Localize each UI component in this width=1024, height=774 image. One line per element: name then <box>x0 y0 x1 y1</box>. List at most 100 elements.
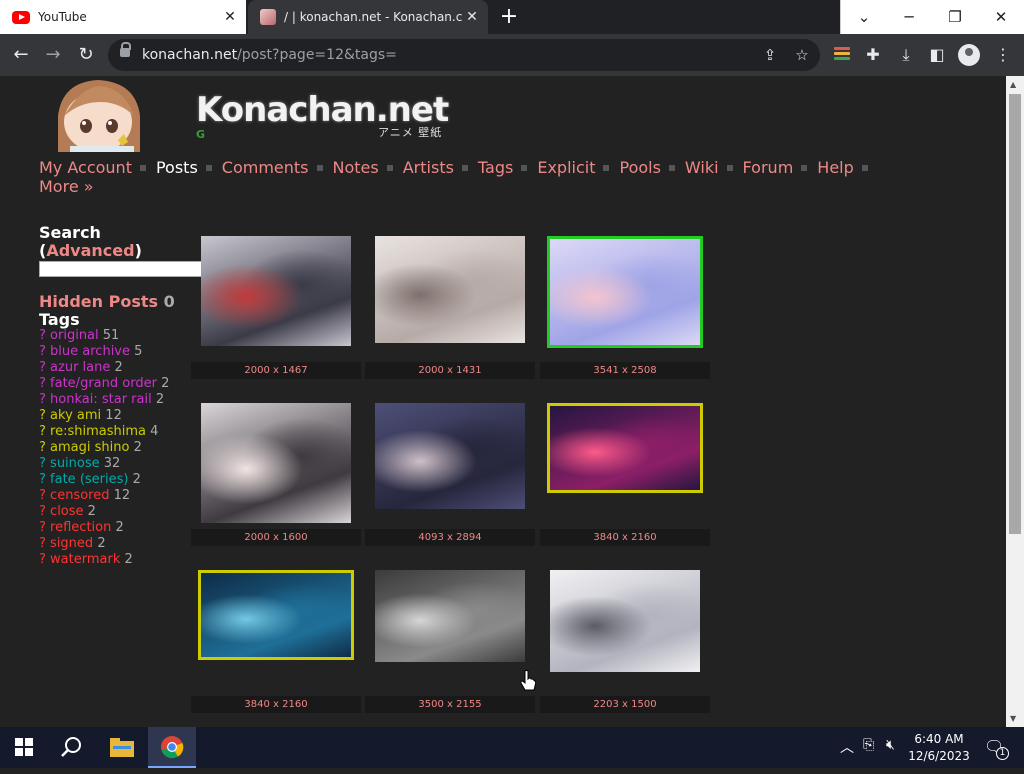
post-preview-image[interactable] <box>201 236 351 346</box>
address-bar[interactable]: konachan.net/post?page=12&tags= ⇪ ☆ <box>108 39 820 71</box>
tag-name-link[interactable]: suinose <box>50 456 100 471</box>
system-clock[interactable]: 6:40 AM 12/6/2023 <box>908 731 970 765</box>
bookmark-star-icon[interactable]: ☆ <box>792 45 812 65</box>
new-tab-button[interactable]: + <box>496 4 522 30</box>
tag-name-link[interactable]: fate (series) <box>50 472 128 487</box>
forward-arrow-icon[interactable]: → <box>40 42 66 68</box>
post-resolution-label[interactable]: 3840 x 2160 <box>191 696 361 713</box>
scroll-down-arrow-icon[interactable]: ▼ <box>1010 714 1016 723</box>
post-preview-image[interactable] <box>375 403 525 509</box>
tab-youtube[interactable]: YouTube ✕ <box>0 0 246 34</box>
nav-forum[interactable]: Forum <box>743 158 794 177</box>
tag-wiki-link[interactable]: ? <box>39 328 50 343</box>
nav-comments[interactable]: Comments <box>222 158 309 177</box>
tag-wiki-link[interactable]: ? <box>39 424 50 439</box>
back-arrow-icon[interactable]: ← <box>8 42 34 68</box>
tag-name-link[interactable]: honkai: star rail <box>50 392 152 407</box>
window-close-icon[interactable]: ✕ <box>978 0 1024 34</box>
post-preview-image[interactable] <box>198 570 354 660</box>
side-panel-icon[interactable]: ◧ <box>926 44 948 66</box>
mascot-logo-image[interactable] <box>40 76 160 152</box>
url-text[interactable]: konachan.net/post?page=12&tags= <box>142 47 397 63</box>
tag-name-link[interactable]: aky ami <box>50 408 101 423</box>
search-input[interactable] <box>39 261 203 277</box>
share-icon[interactable]: ⇪ <box>760 45 780 65</box>
volume-muted-icon[interactable]: 🔇︎ <box>886 737 895 753</box>
minimize-icon[interactable]: ─ <box>886 0 932 34</box>
tab-search-chevron-down-icon[interactable]: ⌄ <box>840 0 887 34</box>
tag-wiki-link[interactable]: ? <box>39 360 50 375</box>
post-resolution-label[interactable]: 4093 x 2894 <box>365 529 535 546</box>
hidden-posts-link[interactable]: Hidden Posts 0 <box>39 292 175 311</box>
tag-wiki-link[interactable]: ? <box>39 344 50 359</box>
lock-icon[interactable] <box>120 42 131 57</box>
tag-wiki-link[interactable]: ? <box>39 440 50 455</box>
nav-pools[interactable]: Pools <box>619 158 660 177</box>
post-preview-image[interactable] <box>375 236 525 343</box>
windows-start-icon[interactable] <box>0 727 48 768</box>
tab-konachan[interactable]: / | konachan.net - Konachan.com ✕ <box>248 0 488 34</box>
profile-avatar-icon[interactable] <box>958 44 980 66</box>
tag-name-link[interactable]: censored <box>50 488 109 503</box>
extension-bars-icon[interactable] <box>834 47 850 63</box>
tag-wiki-link[interactable]: ? <box>39 472 50 487</box>
nav-more[interactable]: More » <box>39 177 94 196</box>
tag-wiki-link[interactable]: ? <box>39 504 50 519</box>
page-scrollbar[interactable]: ▲ ▼ <box>1006 76 1024 727</box>
chrome-taskbar-icon[interactable] <box>148 727 196 768</box>
tag-wiki-link[interactable]: ? <box>39 376 50 391</box>
tag-wiki-link[interactable]: ? <box>39 552 50 567</box>
search-icon[interactable] <box>48 727 96 768</box>
post-resolution-label[interactable]: 2000 x 1431 <box>365 362 535 379</box>
post-preview-image[interactable] <box>201 403 351 523</box>
tab-close-icon[interactable]: ✕ <box>220 9 240 25</box>
tag-wiki-link[interactable]: ? <box>39 408 50 423</box>
tag-wiki-link[interactable]: ? <box>39 488 50 503</box>
tag-name-link[interactable]: fate/grand order <box>50 376 157 391</box>
tag-wiki-link[interactable]: ? <box>39 536 50 551</box>
nav-artists[interactable]: Artists <box>403 158 454 177</box>
file-explorer-icon[interactable] <box>98 727 146 768</box>
tag-name-link[interactable]: original <box>50 328 99 343</box>
download-icon[interactable]: ⤓ <box>895 44 917 66</box>
tag-wiki-link[interactable]: ? <box>39 520 50 535</box>
reload-icon[interactable]: ↻ <box>73 42 99 68</box>
tray-chevron-up-icon[interactable]: ︿ <box>840 737 854 757</box>
post-resolution-label[interactable]: 2000 x 1467 <box>191 362 361 379</box>
tag-name-link[interactable]: azur lane <box>50 360 110 375</box>
nav-explicit[interactable]: Explicit <box>537 158 595 177</box>
nav-posts[interactable]: Posts <box>156 158 198 177</box>
scroll-up-arrow-icon[interactable]: ▲ <box>1010 80 1016 89</box>
tag-wiki-link[interactable]: ? <box>39 456 50 471</box>
menu-kebab-icon[interactable]: ⋮ <box>992 44 1014 66</box>
site-logo[interactable]: Konachan.net アニメ 壁紙 G <box>196 90 449 141</box>
tab-close-icon[interactable]: ✕ <box>462 9 482 25</box>
post-resolution-label[interactable]: 3840 x 2160 <box>540 529 710 546</box>
nav-help[interactable]: Help <box>817 158 853 177</box>
post-resolution-label[interactable]: 3500 x 2155 <box>365 696 535 713</box>
tag-name-link[interactable]: signed <box>50 536 93 551</box>
tag-name-link[interactable]: blue archive <box>50 344 130 359</box>
nav-notes[interactable]: Notes <box>333 158 379 177</box>
tag-name-link[interactable]: re:shimashima <box>50 424 146 439</box>
post-preview-image[interactable] <box>547 236 703 348</box>
nav-tags[interactable]: Tags <box>478 158 513 177</box>
tag-wiki-link[interactable]: ? <box>39 392 50 407</box>
post-resolution-label[interactable]: 3541 x 2508 <box>540 362 710 379</box>
tag-name-link[interactable]: reflection <box>50 520 111 535</box>
network-icon[interactable]: ⎘ <box>863 737 874 753</box>
restore-icon[interactable]: ❐ <box>932 0 978 34</box>
tag-name-link[interactable]: amagi shino <box>50 440 129 455</box>
post-resolution-label[interactable]: 2203 x 1500 <box>540 696 710 713</box>
scrollbar-thumb[interactable] <box>1009 94 1021 534</box>
nav-wiki[interactable]: Wiki <box>685 158 719 177</box>
advanced-search-link[interactable]: Advanced <box>46 241 134 260</box>
tag-name-link[interactable]: watermark <box>50 552 120 567</box>
post-preview-image[interactable] <box>375 570 525 662</box>
tag-name-link[interactable]: close <box>50 504 83 519</box>
nav-my-account[interactable]: My Account <box>39 158 132 177</box>
extensions-puzzle-icon[interactable]: ✚ <box>862 44 884 66</box>
post-preview-image[interactable] <box>550 570 700 672</box>
post-preview-image[interactable] <box>547 403 703 493</box>
post-resolution-label[interactable]: 2000 x 1600 <box>191 529 361 546</box>
